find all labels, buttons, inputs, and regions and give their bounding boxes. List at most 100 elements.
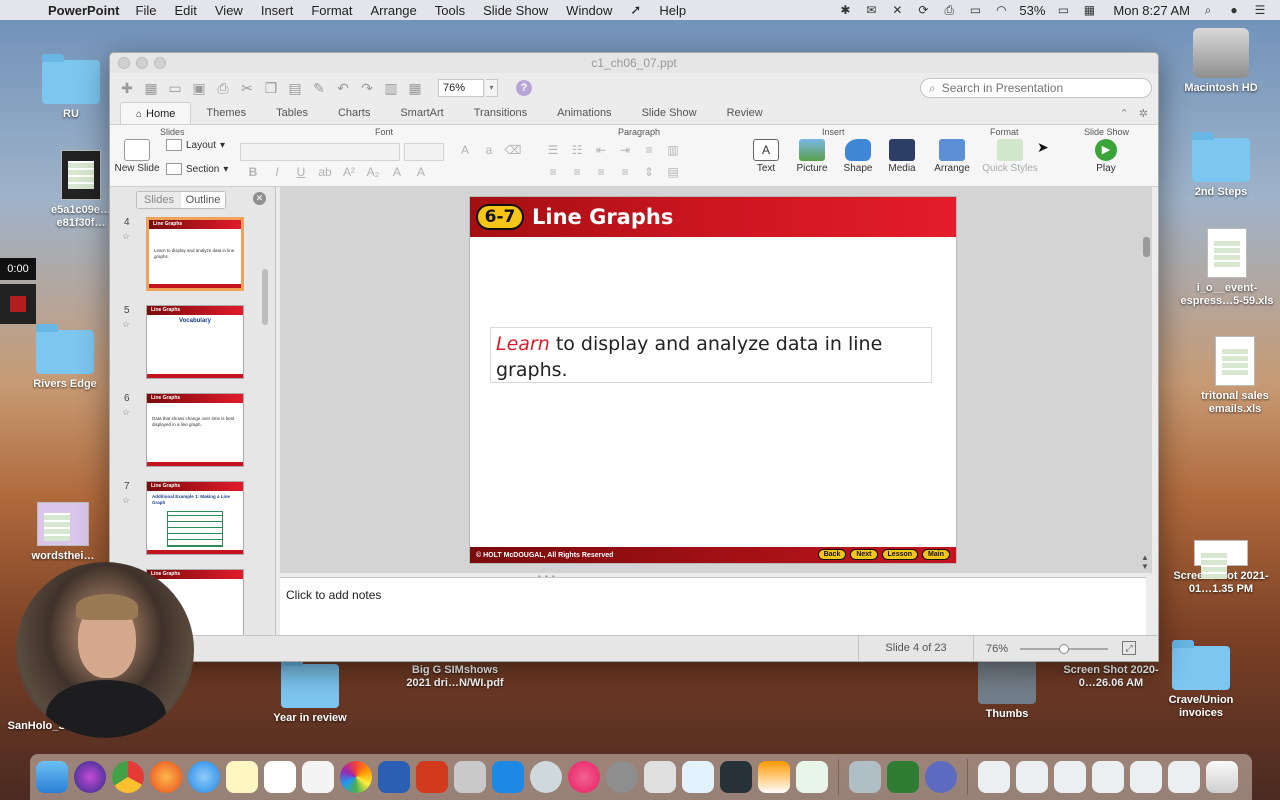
decrease-indent-icon[interactable]: ⇤	[592, 143, 610, 157]
thumbnail-image[interactable]: Line Graphs Vocabulary	[146, 305, 244, 379]
sync-icon[interactable]: ⟳	[915, 3, 931, 17]
align-right-icon[interactable]: ≡	[592, 165, 610, 179]
zoom-dropdown[interactable]: ▾	[486, 79, 498, 97]
thumbnail-image[interactable]: Line Graphs Data that shows change over …	[146, 393, 244, 467]
fit-to-window-icon[interactable]: ⤢	[1122, 641, 1136, 655]
cut-icon[interactable]: ✂	[236, 77, 258, 99]
safari-icon[interactable]	[188, 761, 220, 793]
vlc-icon[interactable]	[758, 761, 790, 793]
desktop-icon-year-in-review[interactable]: Year in review	[255, 658, 365, 725]
desktop-icon-macintosh-hd[interactable]: Macintosh HD	[1166, 28, 1276, 95]
slide-title[interactable]: Line Graphs	[532, 205, 673, 229]
insert-text-button[interactable]: A Text	[744, 139, 788, 174]
subscript-icon[interactable]: A₂	[364, 165, 382, 179]
bullets-icon[interactable]: ☰	[544, 143, 562, 157]
recent-document-icon[interactable]	[1168, 761, 1200, 793]
tab-home[interactable]: ⌂ Home	[120, 102, 192, 124]
app-icon[interactable]	[925, 761, 957, 793]
increase-indent-icon[interactable]: ⇥	[616, 143, 634, 157]
close-pane-icon[interactable]: ✕	[253, 192, 266, 205]
zoom-slider-thumb[interactable]	[1059, 644, 1069, 654]
system-preferences-icon[interactable]	[606, 761, 638, 793]
tab-review[interactable]: Review	[712, 102, 778, 124]
section-button[interactable]: Section ▾	[166, 163, 228, 175]
zoom-slider[interactable]	[1020, 644, 1108, 654]
desktop-icon-rivers-edge[interactable]: Rivers Edge	[10, 324, 120, 391]
launchpad-icon[interactable]	[530, 761, 562, 793]
columns-icon[interactable]: ▥	[664, 143, 682, 157]
back-button[interactable]: Back	[817, 549, 847, 560]
desktop-icon-words[interactable]: wordsthei…	[8, 502, 118, 563]
pane-scrollbar[interactable]	[262, 269, 268, 325]
font-size-field[interactable]	[404, 143, 444, 161]
align-center-icon[interactable]: ≡	[568, 165, 586, 179]
app-menu[interactable]: PowerPoint	[48, 3, 120, 18]
desktop-icon-crave-union[interactable]: Crave/Union invoices	[1146, 640, 1256, 720]
play-button[interactable]: ▶ Play	[1084, 139, 1128, 174]
tab-outline[interactable]: Outline	[181, 192, 225, 208]
stop-recording-button[interactable]	[0, 284, 36, 324]
search-field[interactable]: ⌕	[920, 78, 1152, 98]
textedit-icon[interactable]	[492, 761, 524, 793]
recent-document-icon[interactable]	[1016, 761, 1048, 793]
superscript-icon[interactable]: A²	[340, 165, 358, 179]
collapse-ribbon-icon[interactable]: ⌃	[1120, 107, 1129, 120]
redo-icon[interactable]: ↷	[356, 77, 378, 99]
open-icon[interactable]: ▭	[164, 77, 186, 99]
layout-button[interactable]: Layout ▾	[166, 139, 225, 151]
shrink-font-icon[interactable]: a	[480, 143, 498, 157]
script-icon[interactable]: ➚	[630, 2, 641, 18]
notification-center-icon[interactable]: ☰	[1252, 3, 1268, 17]
siri-icon[interactable]	[74, 761, 106, 793]
justify-icon[interactable]: ≡	[616, 165, 634, 179]
slide-sorter-icon[interactable]: ▦	[404, 77, 426, 99]
page-arrows[interactable]: ▲ ▼	[1140, 553, 1150, 571]
quick-styles-button[interactable]: Quick Styles	[978, 139, 1042, 174]
preview-icon[interactable]	[849, 761, 881, 793]
ribbon-settings-icon[interactable]: ✲	[1139, 107, 1148, 120]
thumbnail-image[interactable]: Line Graphs Learn to display and analyze…	[146, 217, 244, 291]
highlight-icon[interactable]: A	[412, 165, 430, 179]
gallery-icon[interactable]: ▥	[380, 77, 402, 99]
menu-help[interactable]: Help	[659, 3, 686, 18]
menu-format[interactable]: Format	[311, 3, 352, 18]
print-icon[interactable]: ⎙	[212, 77, 234, 99]
tab-charts[interactable]: Charts	[323, 102, 385, 124]
font-name-field[interactable]	[240, 143, 400, 161]
recent-document-icon[interactable]	[978, 761, 1010, 793]
notes-icon[interactable]	[226, 761, 258, 793]
recent-document-icon[interactable]	[1054, 761, 1086, 793]
battery-icon[interactable]: ▭	[1055, 3, 1071, 17]
desktop-icon-thumbs[interactable]: Thumbs	[952, 654, 1062, 721]
menu-view[interactable]: View	[215, 3, 243, 18]
notes-pane[interactable]: Click to add notes	[280, 577, 1146, 635]
paste-icon[interactable]: ▤	[284, 77, 306, 99]
notification-icon[interactable]: ✉	[863, 3, 879, 17]
align-text-icon[interactable]: ▤	[664, 165, 682, 179]
app-icon[interactable]	[796, 761, 828, 793]
battery-percent[interactable]: 53%	[1019, 3, 1045, 18]
siri-icon[interactable]: ●	[1226, 3, 1242, 17]
bold-icon[interactable]: B	[244, 165, 262, 179]
templates-icon[interactable]: ▦	[140, 77, 162, 99]
wifi-icon[interactable]: ◠	[993, 3, 1009, 17]
search-icon[interactable]: ⌕	[1200, 3, 1216, 18]
italic-icon[interactable]: I	[268, 165, 286, 179]
calendar-icon[interactable]: ▦	[1081, 3, 1097, 17]
tab-transitions[interactable]: Transitions	[459, 102, 542, 124]
font-color-icon[interactable]: A	[388, 165, 406, 179]
recent-document-icon[interactable]	[1130, 761, 1162, 793]
align-left-icon[interactable]: ≡	[544, 165, 562, 179]
photos-icon[interactable]	[340, 761, 372, 793]
tab-smartart[interactable]: SmartArt	[385, 102, 458, 124]
desktop-icon-2nd-steps[interactable]: 2nd Steps	[1166, 132, 1276, 199]
calendar-icon[interactable]	[264, 761, 296, 793]
display-icon[interactable]: ▭	[967, 3, 983, 17]
word-icon[interactable]	[378, 761, 410, 793]
help-icon[interactable]: ?	[516, 80, 532, 96]
format-painter-icon[interactable]: ✎	[308, 77, 330, 99]
lesson-button[interactable]: Lesson	[881, 549, 919, 560]
zoom-field[interactable]: 76%	[438, 79, 484, 97]
notes-placeholder[interactable]: Click to add notes	[286, 588, 381, 602]
app-icon[interactable]	[720, 761, 752, 793]
